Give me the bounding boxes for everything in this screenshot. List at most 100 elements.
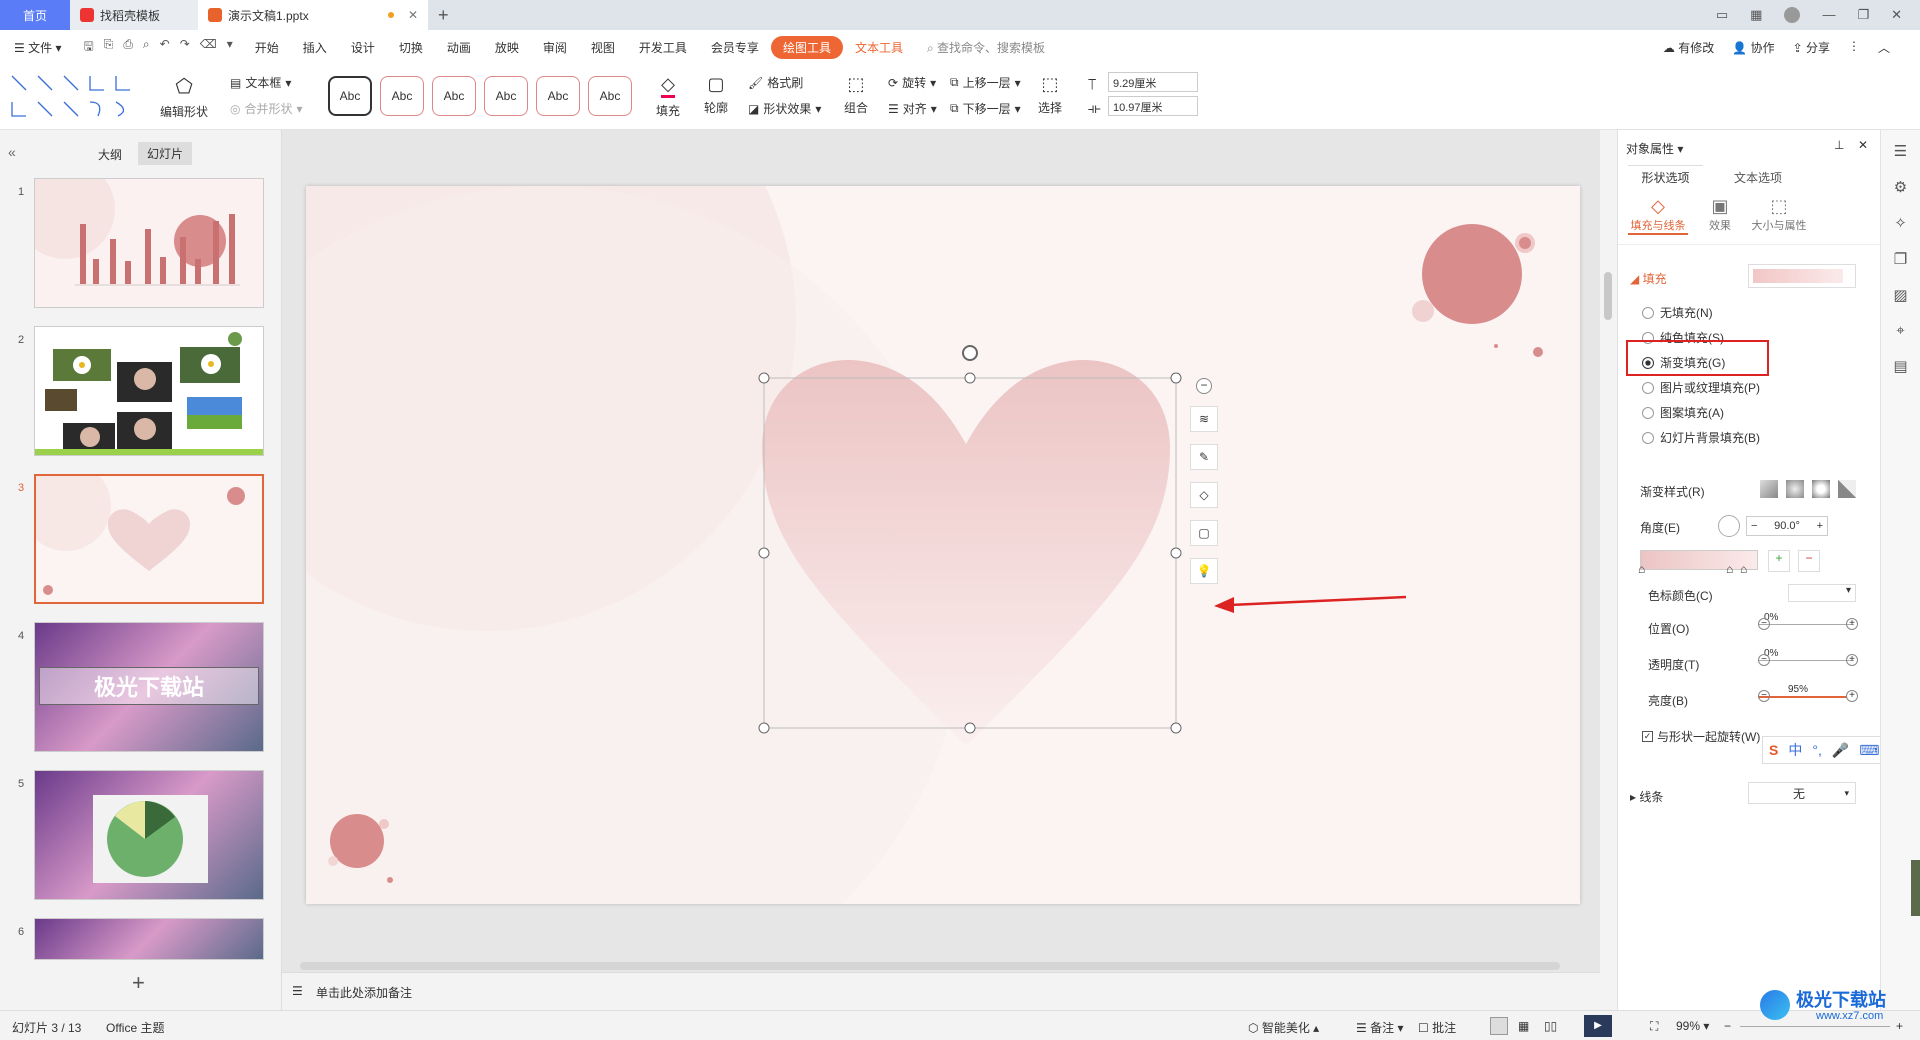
- menu-item-start[interactable]: 开始: [243, 39, 291, 56]
- print-icon[interactable]: ⎙: [123, 37, 133, 58]
- microphone-icon[interactable]: 🎤: [1832, 742, 1849, 759]
- lightbulb-icon[interactable]: 💡: [1190, 558, 1218, 584]
- tab-home[interactable]: 首页: [0, 0, 70, 30]
- comments-toggle[interactable]: ☐ 批注: [1418, 1019, 1456, 1036]
- menu-item-insert[interactable]: 插入: [291, 39, 339, 56]
- angle-decrement[interactable]: −: [1751, 520, 1757, 532]
- tab-document[interactable]: 演示文稿1.pptx ✕: [198, 0, 428, 30]
- outline-icon[interactable]: ▢: [1190, 520, 1218, 546]
- close-tab-icon[interactable]: ✕: [408, 8, 418, 22]
- theme-name[interactable]: Office 主题: [106, 1019, 164, 1036]
- radio-picture-fill[interactable]: 图片或纹理填充(P): [1642, 379, 1760, 396]
- send-backward-button[interactable]: ⧉ 下移一层 ▾: [950, 100, 1021, 117]
- line-section-header[interactable]: ▸ 线条: [1630, 788, 1663, 805]
- command-search[interactable]: ⌕ 查找命令、搜索模板: [915, 39, 1057, 56]
- location-icon[interactable]: ⌖: [1896, 322, 1904, 339]
- brightness-increment[interactable]: +: [1846, 690, 1858, 702]
- vertical-scrollbar[interactable]: [1604, 272, 1612, 320]
- rotate-with-shape-checkbox[interactable]: ✓ 与形状一起旋转(W): [1642, 728, 1760, 745]
- slide-thumbnail-1[interactable]: [34, 178, 264, 308]
- collapse-panel-icon[interactable]: «: [8, 144, 16, 160]
- menu-item-drawing-tools[interactable]: 绘图工具: [770, 35, 843, 59]
- remove-stop-icon[interactable]: −: [1798, 550, 1820, 572]
- width-input[interactable]: 10.97厘米: [1108, 96, 1198, 116]
- menu-item-review[interactable]: 审阅: [531, 39, 579, 56]
- normal-view-icon[interactable]: [1490, 1017, 1508, 1035]
- position-decrement[interactable]: −: [1758, 618, 1770, 630]
- save-icon[interactable]: 🖫: [83, 37, 93, 58]
- keyboard-icon[interactable]: ⌨: [1859, 742, 1879, 759]
- height-input[interactable]: 9.29厘米: [1108, 72, 1198, 92]
- reading-view-icon[interactable]: ▯▯: [1544, 1019, 1557, 1033]
- restore-icon[interactable]: ❐: [1857, 7, 1869, 23]
- undo-icon[interactable]: ↶: [160, 37, 170, 58]
- menu-item-view[interactable]: 视图: [579, 39, 627, 56]
- layout-icon[interactable]: ▭: [1716, 7, 1728, 23]
- gradient-stop-icon[interactable]: ⌂: [1740, 562, 1747, 576]
- style-preset-1[interactable]: Abc: [328, 76, 372, 116]
- export-icon[interactable]: ⎘: [104, 37, 114, 58]
- zoom-level[interactable]: 99% ▾: [1676, 1019, 1709, 1033]
- rotate-button[interactable]: ⟳ 旋转 ▾: [888, 74, 936, 91]
- preview-icon[interactable]: ⌕: [143, 37, 150, 58]
- menu-item-text-tools[interactable]: 文本工具: [843, 39, 915, 56]
- minimize-icon[interactable]: —: [1822, 7, 1835, 23]
- angle-input[interactable]: − 90.0° +: [1746, 516, 1828, 536]
- subtab-effect[interactable]: ▣ 效果: [1700, 196, 1740, 233]
- subtab-fill-line[interactable]: ◇ 填充与线条: [1628, 196, 1688, 235]
- copy-icon[interactable]: ❐: [1894, 250, 1907, 268]
- horizontal-scrollbar[interactable]: [300, 962, 1560, 970]
- tab-templates[interactable]: 找稻壳模板: [70, 0, 198, 30]
- file-menu[interactable]: ☰ 文件 ▾: [0, 39, 73, 56]
- merge-shape-button[interactable]: ◎ 合并形状 ▾: [230, 100, 303, 117]
- avatar[interactable]: [1784, 7, 1801, 23]
- add-stop-icon[interactable]: +: [1768, 550, 1790, 572]
- align-button[interactable]: ☰ 对齐 ▾: [888, 100, 937, 117]
- share-button[interactable]: ⇪ 分享: [1793, 39, 1830, 56]
- tab-outline[interactable]: 大纲: [98, 146, 122, 163]
- book-icon[interactable]: ▤: [1893, 357, 1907, 375]
- zoom-out-icon[interactable]: −: [1724, 1019, 1731, 1033]
- slide-thumbnail-4[interactable]: 极光下载站: [34, 622, 264, 752]
- layers-icon[interactable]: ≋: [1190, 406, 1218, 432]
- menu-lines-icon[interactable]: ☰: [1894, 142, 1907, 160]
- angle-increment[interactable]: +: [1817, 520, 1823, 532]
- grid-view-icon[interactable]: ▦: [1518, 1019, 1529, 1033]
- ime-language[interactable]: 中: [1788, 740, 1802, 760]
- slide-thumbnail-3[interactable]: [34, 474, 264, 604]
- menu-item-member[interactable]: 会员专享: [699, 39, 771, 56]
- gradient-radial-icon[interactable]: [1786, 480, 1804, 498]
- format-clear-icon[interactable]: ⌫: [200, 37, 217, 58]
- slide-canvas[interactable]: [306, 186, 1580, 904]
- fill-button[interactable]: ◇ 填充: [656, 74, 680, 119]
- edit-shape-button[interactable]: ⬠ 编辑形状: [160, 74, 208, 120]
- style-preset-4[interactable]: Abc: [484, 76, 528, 116]
- gradient-rect-icon[interactable]: [1812, 480, 1830, 498]
- collapse-toolbar-icon[interactable]: −: [1196, 378, 1212, 394]
- pin-shape-icon[interactable]: ✧: [1894, 214, 1907, 232]
- modified-button[interactable]: ☁ 有修改: [1663, 39, 1714, 56]
- tab-slides[interactable]: 幻灯片: [138, 142, 193, 165]
- gradient-linear-icon[interactable]: [1760, 480, 1778, 498]
- gradient-stop-icon[interactable]: ⌂: [1638, 562, 1645, 576]
- line-dropdown[interactable]: 无 ▾: [1748, 782, 1856, 804]
- redo-icon[interactable]: ↷: [180, 37, 190, 58]
- gradient-path-icon[interactable]: [1838, 480, 1856, 498]
- menu-item-developer[interactable]: 开发工具: [627, 39, 699, 56]
- style-preset-5[interactable]: Abc: [536, 76, 580, 116]
- bring-forward-button[interactable]: ⧉ 上移一层 ▾: [950, 74, 1021, 91]
- fill-section-header[interactable]: ◢ 填充: [1630, 270, 1667, 287]
- position-slider[interactable]: [1758, 624, 1854, 625]
- angle-dial[interactable]: [1718, 515, 1740, 537]
- close-panel-icon[interactable]: ✕: [1858, 138, 1868, 152]
- fit-window-icon[interactable]: ⛶: [1650, 1019, 1658, 1034]
- menu-item-transition[interactable]: 切换: [387, 39, 435, 56]
- style-preset-2[interactable]: Abc: [380, 76, 424, 116]
- gradient-stop-icon[interactable]: ⌂: [1726, 562, 1733, 576]
- more-icon[interactable]: ▾: [227, 37, 233, 58]
- play-slideshow-button[interactable]: ▶: [1584, 1015, 1612, 1037]
- grid-icon[interactable]: ▦: [1750, 7, 1762, 23]
- beautify-button[interactable]: ⬡ 智能美化 ▴: [1248, 1019, 1319, 1036]
- transparency-increment[interactable]: +: [1846, 654, 1858, 666]
- stop-color-dropdown[interactable]: ▾: [1788, 584, 1856, 602]
